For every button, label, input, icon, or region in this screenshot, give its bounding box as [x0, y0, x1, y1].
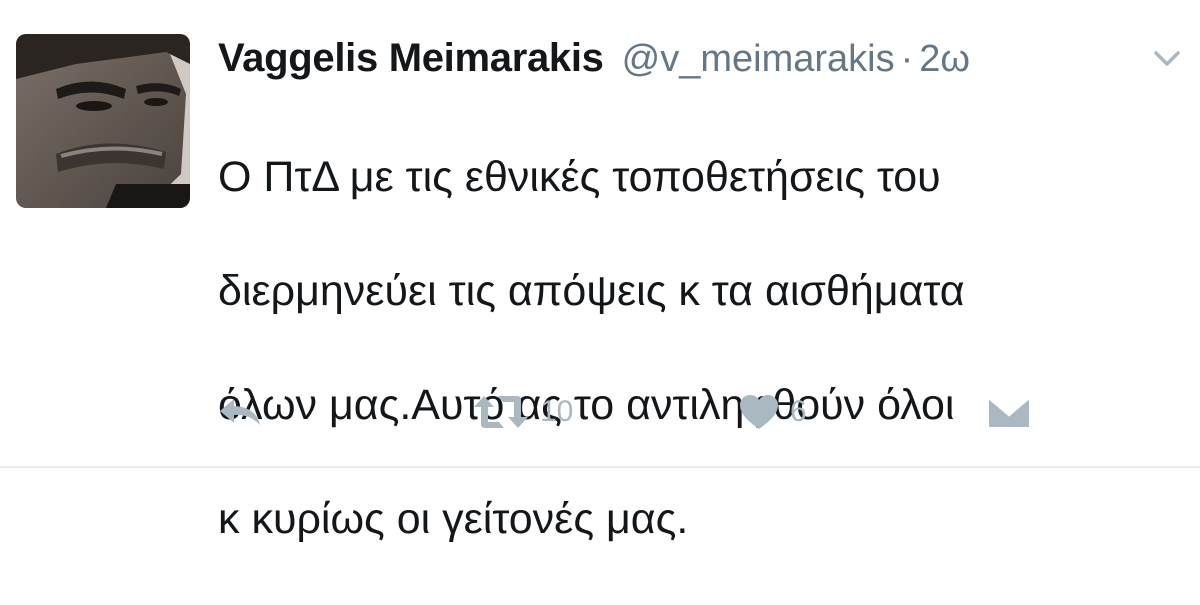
avatar[interactable]: [16, 34, 190, 208]
divider: [0, 466, 1200, 468]
timestamp[interactable]: 2ω: [919, 38, 970, 81]
tweet-header: Vaggelis Meimarakis @v_meimarakis · 2ω: [218, 36, 970, 86]
heart-icon: [740, 395, 778, 429]
reply-icon: [220, 399, 260, 425]
user-handle[interactable]: @v_meimarakis: [622, 38, 895, 81]
tweet-actions: 10 6: [0, 384, 1200, 440]
tweet-line: Ο ΠτΔ με τις εθνικές τοποθετήσεις του: [218, 153, 941, 201]
tweet-line: κ κυρίως οι γείτονές μας.: [218, 495, 689, 543]
display-name[interactable]: Vaggelis Meimarakis: [218, 36, 604, 81]
tweet-text: Ο ΠτΔ με τις εθνικές τοποθετήσεις του δι…: [218, 92, 1178, 605]
reply-button[interactable]: [216, 384, 264, 440]
avatar-photo: [16, 34, 190, 208]
direct-message-button[interactable]: [986, 384, 1032, 440]
like-button[interactable]: 6: [738, 384, 807, 440]
retweet-button[interactable]: 10: [472, 384, 573, 440]
retweet-count: 10: [540, 395, 574, 428]
envelope-icon: [987, 395, 1031, 427]
tweet: Vaggelis Meimarakis @v_meimarakis · 2ω Ο…: [0, 0, 1200, 543]
chevron-down-icon[interactable]: [1152, 48, 1182, 70]
separator-dot: ·: [900, 38, 914, 80]
tweet-line: διερμηνεύει τις απόψεις κ τα αισθήματα: [218, 267, 965, 315]
like-count: 6: [790, 395, 807, 428]
retweet-icon: [474, 396, 528, 428]
